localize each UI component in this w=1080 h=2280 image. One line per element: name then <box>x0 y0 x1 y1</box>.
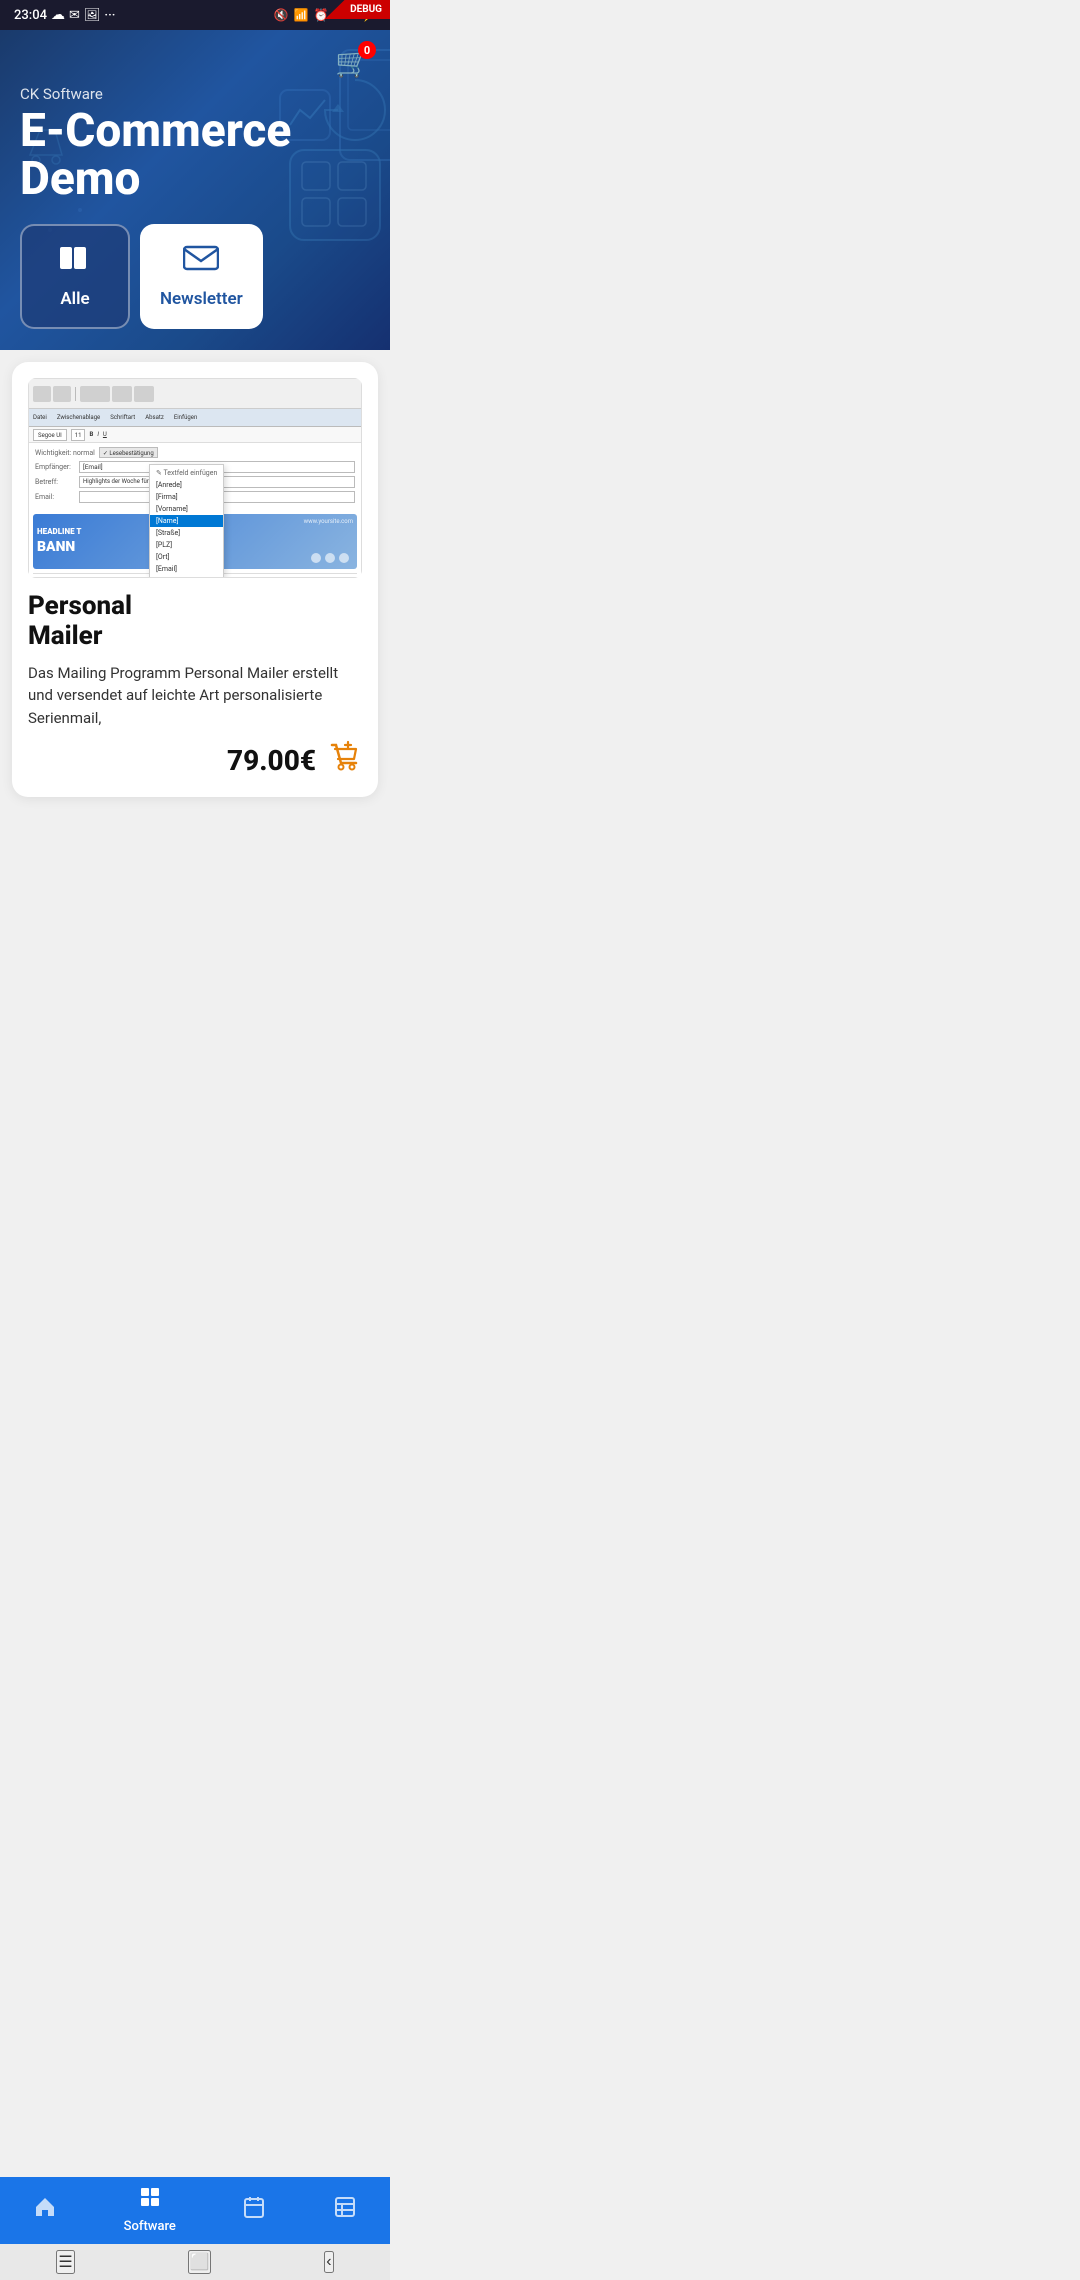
editor-toolbar <box>29 379 361 409</box>
calendar-icon <box>242 2195 266 2225</box>
image-status-icon: 🖼 <box>84 8 101 23</box>
product-name: PersonalMailer <box>28 592 362 652</box>
newsletter-icon <box>183 244 219 279</box>
hero-section: 🛒 0 CK Software E-CommerceDemo Alle <box>0 30 390 350</box>
wifi-icon: 📶 <box>294 8 309 22</box>
contact-icon <box>333 2195 357 2225</box>
software-icon <box>138 2185 162 2215</box>
cart-badge: 0 <box>358 41 376 59</box>
category-tabs: Alle Newsletter <box>20 224 370 329</box>
android-back-button[interactable]: ‹ <box>324 2251 333 2273</box>
more-icon: ··· <box>104 8 115 23</box>
add-to-cart-button[interactable] <box>328 739 362 781</box>
category-tab-newsletter[interactable]: Newsletter <box>140 224 263 329</box>
hero-title: E-CommerceDemo <box>20 107 370 204</box>
product-card: Datei Zwischenablage Schriftart Absatz E… <box>12 362 378 797</box>
scroll-content: Datei Zwischenablage Schriftart Absatz E… <box>0 362 390 917</box>
android-nav-bar: ☰ ⬜ ‹ <box>0 2244 390 2280</box>
nav-home[interactable] <box>21 2195 69 2225</box>
mute-icon: 🔇 <box>274 8 289 22</box>
product-image: Datei Zwischenablage Schriftart Absatz E… <box>28 378 362 578</box>
android-home-button[interactable]: ⬜ <box>188 2250 212 2274</box>
newsletter-label: Newsletter <box>160 289 243 309</box>
status-time-area: 23:04 ☁ ✉ 🖼 ··· <box>14 7 115 23</box>
nav-calendar[interactable] <box>230 2195 278 2225</box>
software-nav-label: Software <box>124 2219 176 2234</box>
editor-screenshot: Datei Zwischenablage Schriftart Absatz E… <box>28 378 362 578</box>
alle-label: Alle <box>60 289 89 309</box>
android-menu-button[interactable]: ☰ <box>56 2250 74 2274</box>
status-time: 23:04 <box>14 8 47 23</box>
bottom-nav: Software <box>0 2177 390 2244</box>
mail-status-icon: ✉ <box>69 8 80 23</box>
home-icon <box>33 2195 57 2225</box>
product-price-row: 79.00€ <box>28 739 362 781</box>
alarm-icon: ⏰ <box>314 8 329 22</box>
cart-area: 🛒 0 <box>20 46 370 79</box>
cloud-icon: ☁ <box>51 7 65 23</box>
textfield-dropdown: ✎ Textfeld einfügen [Anrede] [Firma] [Vo… <box>149 464 224 578</box>
product-price: 79.00€ <box>227 744 316 777</box>
category-tab-alle[interactable]: Alle <box>20 224 130 329</box>
alle-icon <box>59 244 91 279</box>
add-cart-icon <box>328 739 362 773</box>
nav-software[interactable]: Software <box>112 2185 188 2234</box>
product-description: Das Mailing Programm Personal Mailer ers… <box>28 662 362 730</box>
nav-contact[interactable] <box>321 2195 369 2225</box>
hero-subtitle: CK Software <box>20 85 370 103</box>
cart-button[interactable]: 🛒 0 <box>335 46 370 79</box>
